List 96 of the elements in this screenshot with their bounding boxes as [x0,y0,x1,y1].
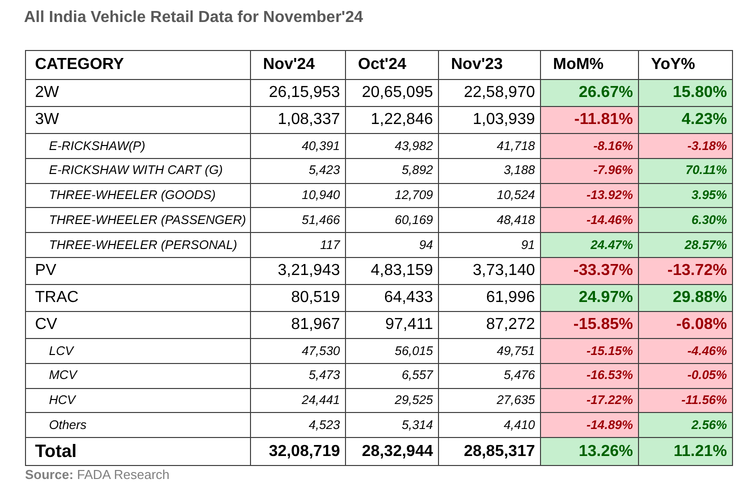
table-cell: 24.97% [540,284,638,312]
table-cell: 12,709 [346,183,438,208]
table-cell: 5,892 [346,158,438,184]
table-cell: 97,411 [346,311,438,338]
table-cell: -16.53% [540,363,638,388]
table-cell: LCV [26,338,250,364]
column-header: Nov'24 [250,50,346,80]
source-note: Source: FADA Research [25,466,170,484]
table-cell: 51,466 [250,208,346,233]
column-header: CATEGORY [26,50,250,80]
table-cell: 4,523 [250,412,346,438]
table-cell: 26.67% [540,80,638,106]
table-cell: TRAC [26,284,250,312]
table-cell: 43,982 [346,134,438,158]
table-cell: 5,473 [250,363,346,388]
table-cell: 32,08,719 [250,438,346,466]
table-cell: 94 [346,232,438,258]
table-cell: 40,391 [250,134,346,158]
table-cell: 3,21,943 [250,257,346,284]
table-cell: 26,15,953 [250,80,346,106]
table-cell: 5,314 [346,412,438,438]
table-cell: 87,272 [438,311,540,338]
table-cell: 11.21% [638,438,732,466]
table-cell: 1,03,939 [438,106,540,134]
table-cell: 29,525 [346,388,438,413]
table-cell: 20,65,095 [346,80,438,106]
table-cell: -15.15% [540,338,638,364]
table-cell: E-RICKSHAW WITH CART (G) [26,158,250,184]
table-cell: -14.89% [540,412,638,438]
column-header: Nov'23 [438,50,540,80]
table-cell: 81,967 [250,311,346,338]
table-cell: Total [26,438,250,466]
table-cell: 24.47% [540,232,638,258]
table-cell: 49,751 [438,338,540,364]
table-cell: 3,188 [438,158,540,184]
table-cell: 3W [26,106,250,134]
table-cell: -0.05% [638,363,732,388]
table-cell: 3.95% [638,183,732,208]
table-cell: 4,83,159 [346,257,438,284]
table-cell: 28,85,317 [438,438,540,466]
page-title: All India Vehicle Retail Data for November'24 [24,8,364,28]
table-cell: 56,015 [346,338,438,364]
table-cell: -6.08% [638,311,732,338]
table-cell: 5,423 [250,158,346,184]
table-cell: 28,32,944 [346,438,438,466]
table-cell: -11.56% [638,388,732,413]
table-cell: 6.30% [638,208,732,233]
table-cell: 29.88% [638,284,732,312]
table-cell: -11.81% [540,106,638,134]
table-cell: 3,73,140 [438,257,540,284]
table-cell: THREE-WHEELER (PERSONAL) [26,232,250,258]
table-cell: -14.46% [540,208,638,233]
table-cell: 70.11% [638,158,732,184]
table-cell: -13.72% [638,257,732,284]
table-cell: PV [26,257,250,284]
table-cell: MCV [26,363,250,388]
column-header: Oct'24 [346,50,438,80]
table-cell: 48,418 [438,208,540,233]
table-cell: 80,519 [250,284,346,312]
table-cell: 4.23% [638,106,732,134]
table-cell: 2W [26,80,250,106]
table-cell: -8.16% [540,134,638,158]
table-cell: 24,441 [250,388,346,413]
table-cell: -7.96% [540,158,638,184]
table-cell: 91 [438,232,540,258]
table-cell: E-RICKSHAW(P) [26,134,250,158]
table-cell: 41,718 [438,134,540,158]
table-cell: -17.22% [540,388,638,413]
table-cell: 10,524 [438,183,540,208]
table-cell: 2.56% [638,412,732,438]
table-cell: THREE-WHEELER (PASSENGER) [26,208,250,233]
table-cell: CV [26,311,250,338]
table-cell: 10,940 [250,183,346,208]
table-cell: HCV [26,388,250,413]
table-cell: 4,410 [438,412,540,438]
table-cell: 117 [250,232,346,258]
table-cell: Others [26,412,250,438]
table-cell: 1,22,846 [346,106,438,134]
table-cell: 13.26% [540,438,638,466]
table-cell: 6,557 [346,363,438,388]
table-cell: THREE-WHEELER (GOODS) [26,183,250,208]
table-cell: 27,635 [438,388,540,413]
table-cell: 64,433 [346,284,438,312]
table-cell: 60,169 [346,208,438,233]
table-cell: 15.80% [638,80,732,106]
table-cell: -3.18% [638,134,732,158]
table-cell: -33.37% [540,257,638,284]
table-cell: 1,08,337 [250,106,346,134]
table-cell: 28.57% [638,232,732,258]
table-cell: -13.92% [540,183,638,208]
table-cell: 5,476 [438,363,540,388]
table-cell: -15.85% [540,311,638,338]
table-cell: -4.46% [638,338,732,364]
table-cell: 61,996 [438,284,540,312]
table-cell: 47,530 [250,338,346,364]
table-cell: 22,58,970 [438,80,540,106]
